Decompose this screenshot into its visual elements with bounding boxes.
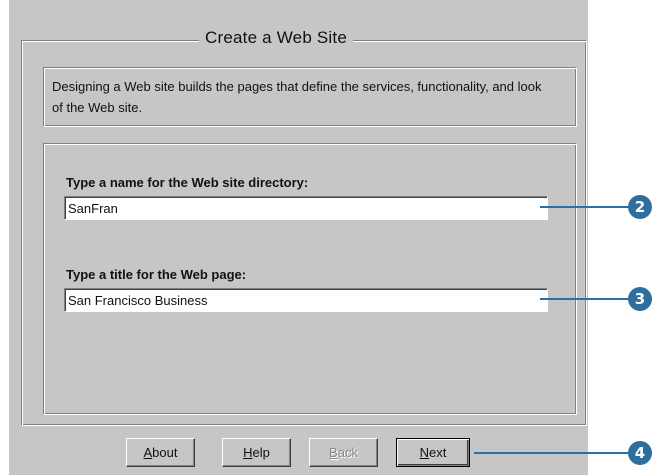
directory-label: Type a name for the Web site directory: — [66, 175, 309, 190]
back-button[interactable]: Back — [309, 438, 378, 467]
about-button[interactable]: About — [126, 438, 195, 467]
callout-line-next — [474, 452, 632, 454]
dialog-title: Create a Web Site — [199, 27, 353, 49]
help-button[interactable]: Help — [222, 438, 291, 467]
callout-badge-directory: 2 — [628, 195, 652, 219]
back-button-mnemonic: B — [329, 445, 338, 460]
description-panel: Designing a Web site builds the pages th… — [43, 67, 577, 127]
page-title-label: Type a title for the Web page: — [66, 267, 247, 282]
description-text: Designing a Web site builds the pages th… — [52, 79, 542, 115]
help-button-mnemonic: H — [243, 445, 253, 460]
about-button-mnemonic: A — [143, 445, 153, 460]
callout-line-directory — [540, 206, 632, 208]
help-button-label: elp — [252, 445, 270, 460]
directory-name-input[interactable] — [64, 196, 548, 220]
callout-line-page-title — [540, 298, 632, 300]
next-button-mnemonic: N — [419, 445, 430, 460]
back-button-label: ack — [337, 445, 358, 460]
fields-panel: Type a name for the Web site directory: … — [43, 143, 577, 415]
next-button-label: ext — [429, 445, 447, 460]
create-web-site-dialog: Create a Web Site Designing a Web site b… — [9, 0, 588, 475]
about-button-label: bout — [152, 445, 178, 460]
page-title-input[interactable] — [64, 288, 548, 312]
callout-badge-page-title: 3 — [628, 287, 652, 311]
next-button[interactable]: Next — [396, 438, 470, 467]
callout-badge-next: 4 — [628, 441, 652, 465]
